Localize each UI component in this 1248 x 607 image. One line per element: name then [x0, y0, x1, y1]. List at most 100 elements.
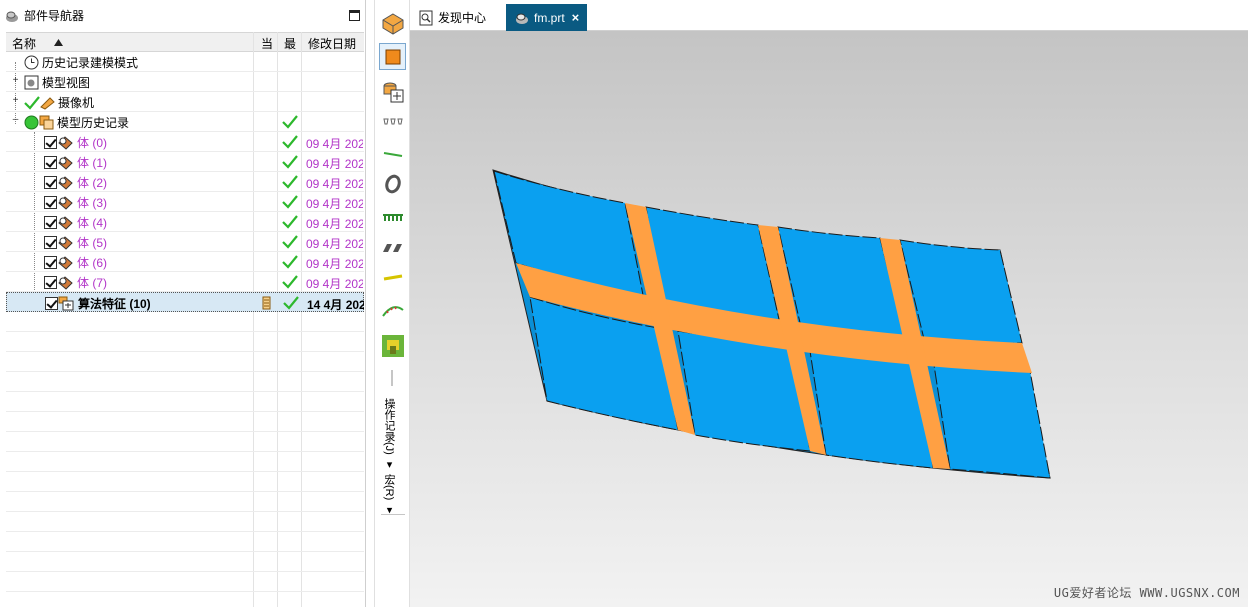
line-icon[interactable] — [381, 142, 405, 166]
tree-row-body[interactable]: 体 (2) 09 4月 2023 — [6, 172, 364, 192]
latest-check-icon — [282, 275, 298, 289]
tree-row-algorithm-feature[interactable]: 算法特征 (10) 14 4月 2023 — [6, 292, 364, 312]
green-check-icon — [24, 95, 40, 110]
tree-row-label: 模型历史记录 — [57, 115, 130, 130]
tree-row-label: 体 (6) — [77, 255, 108, 270]
empty-row — [6, 452, 364, 472]
visibility-checkbox[interactable] — [45, 296, 58, 310]
expand-icon[interactable]: + — [11, 76, 20, 86]
tree-row-body[interactable]: 体 (1) 09 4月 2023 — [6, 152, 364, 172]
tab-discovery-center[interactable]: 发现中心 — [410, 4, 494, 31]
model-view-icon — [24, 75, 39, 89]
column-modified-header[interactable]: 修改日期 — [308, 35, 356, 52]
visibility-checkbox[interactable] — [44, 255, 57, 269]
comb-icon[interactable] — [381, 206, 405, 230]
visibility-checkbox[interactable] — [44, 175, 57, 189]
curved-panel-model[interactable] — [410, 31, 1248, 607]
macro-label: 宏(R) — [383, 474, 395, 501]
navigator-icon — [6, 11, 18, 22]
toolbar-separator — [391, 370, 393, 386]
tree-row-cameras[interactable]: + 摄像机 — [6, 92, 364, 112]
latest-check-icon — [282, 235, 298, 249]
body-icon — [58, 255, 73, 270]
tree-row-label: 历史记录建模模式 — [42, 55, 139, 70]
tree-row-body[interactable]: 体 (3) 09 4月 2023 — [6, 192, 364, 212]
current-feature-icon — [262, 296, 271, 310]
resource-toolbar: 操作记录(J) ▾ 宏(R) ▾ — [374, 0, 410, 607]
palette-icon[interactable] — [381, 334, 405, 358]
column-name-header[interactable]: 名称 — [12, 35, 36, 52]
blocks-icon[interactable] — [381, 236, 405, 260]
tree-row-label: 摄像机 — [58, 95, 95, 110]
tab-label: 发现中心 — [438, 11, 487, 25]
empty-row — [6, 472, 364, 492]
ring-icon[interactable] — [381, 172, 405, 196]
modified-date: 09 4月 2023 — [306, 177, 363, 191]
tree-row-body[interactable]: 体 (5) 09 4月 2023 — [6, 232, 364, 252]
part-navigator-panel: 部件导航器 名称 当 最 修改日期 历史记录建模模式 + 模型视图 + 摄像机 … — [0, 0, 366, 607]
graphics-viewport[interactable]: UG爱好者论坛 WWW.UGSNX.COM — [410, 31, 1248, 607]
tree-row-label: 模型视图 — [42, 75, 91, 90]
reuse-library-icon[interactable] — [381, 110, 405, 134]
camera-icon — [40, 96, 55, 110]
empty-row — [6, 512, 364, 532]
arc-icon[interactable] — [381, 298, 405, 322]
visibility-checkbox[interactable] — [44, 195, 57, 209]
modified-date: 09 4月 2023 — [306, 137, 363, 151]
latest-check-icon — [282, 115, 298, 129]
latest-check-icon — [283, 296, 299, 310]
empty-row — [6, 492, 364, 512]
empty-row — [6, 412, 364, 432]
discovery-icon — [419, 10, 433, 25]
latest-check-icon — [282, 215, 298, 229]
tree-row-model-views[interactable]: + 模型视图 — [6, 72, 364, 92]
visibility-checkbox[interactable] — [44, 275, 57, 289]
body-icon — [58, 155, 73, 170]
tree-row-label: 体 (3) — [77, 195, 108, 210]
tree-row-body[interactable]: 体 (7) 09 4月 2023 — [6, 272, 364, 292]
part-navigator-icon — [385, 49, 401, 65]
empty-row — [6, 312, 364, 332]
navigator-tree-grid: 名称 当 最 修改日期 历史记录建模模式 + 模型视图 + 摄像机 – 模型历史… — [6, 32, 364, 607]
clock-icon — [24, 55, 39, 69]
tree-row-label: 算法特征 (10) — [78, 296, 151, 311]
sort-ascending-icon — [54, 39, 63, 46]
maximize-icon[interactable] — [349, 10, 360, 21]
history-folder-icon — [39, 115, 54, 129]
tree-row-body[interactable]: 体 (0) 09 4月 2023 — [6, 132, 364, 152]
empty-row — [6, 352, 364, 372]
visibility-checkbox[interactable] — [44, 135, 57, 149]
assembly-navigator-icon[interactable] — [381, 12, 405, 36]
visibility-checkbox[interactable] — [44, 235, 57, 249]
tree-row-label: 体 (2) — [77, 175, 108, 190]
tab-fm-prt[interactable]: fm.prt × — [506, 4, 588, 31]
tree-row-history-mode[interactable]: 历史记录建模模式 — [6, 52, 364, 72]
yellow-line-icon[interactable] — [381, 266, 405, 290]
column-latest-header[interactable]: 最 — [284, 35, 296, 52]
body-icon — [58, 175, 73, 190]
empty-row — [6, 532, 364, 552]
visibility-checkbox[interactable] — [44, 215, 57, 229]
part-navigator-tab-button[interactable] — [379, 43, 406, 70]
latest-check-icon — [282, 135, 298, 149]
tree-row-label: 体 (5) — [77, 235, 108, 250]
empty-row — [6, 572, 364, 592]
collapse-icon[interactable]: – — [11, 115, 20, 125]
operation-record-menu[interactable]: 操作记录(J) ▾ — [381, 398, 397, 471]
macro-menu[interactable]: 宏(R) ▾ — [381, 474, 397, 516]
tree-row-body[interactable]: 体 (4) 09 4月 2023 — [6, 212, 364, 232]
grid-header: 名称 当 最 修改日期 — [6, 32, 364, 52]
modified-date: 09 4月 2023 — [306, 157, 363, 171]
expand-icon[interactable]: + — [11, 96, 20, 106]
constraint-navigator-icon[interactable] — [381, 80, 405, 104]
status-ok-icon — [24, 115, 39, 129]
modified-date: 09 4月 2023 — [306, 197, 363, 211]
tree-row-model-history[interactable]: – 模型历史记录 — [6, 112, 364, 132]
latest-check-icon — [282, 155, 298, 169]
navigator-title-bar: 部件导航器 — [0, 0, 366, 31]
latest-check-icon — [282, 195, 298, 209]
visibility-checkbox[interactable] — [44, 155, 57, 169]
tree-row-body[interactable]: 体 (6) 09 4月 2023 — [6, 252, 364, 272]
column-current-header[interactable]: 当 — [261, 35, 273, 52]
close-tab-icon[interactable]: × — [572, 10, 580, 25]
